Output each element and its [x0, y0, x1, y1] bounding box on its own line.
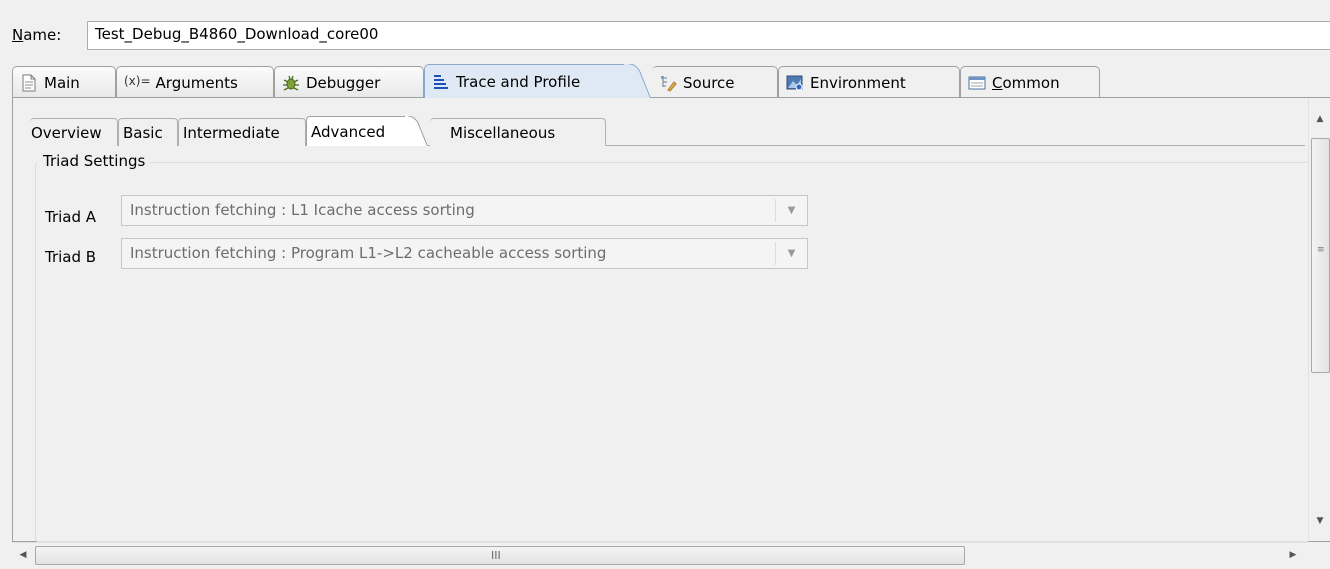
horizontal-scrollbar[interactable]: ◀ III ▶	[12, 542, 1308, 566]
tab-source[interactable]: Source	[652, 66, 778, 98]
chevron-down-icon[interactable]: ▼	[775, 199, 807, 222]
subtab-overview-label: Overview	[31, 123, 102, 142]
chevron-down-icon[interactable]: ▼	[775, 242, 807, 265]
tab-source-label: Source	[683, 73, 735, 92]
tab-trace-and-profile[interactable]: Trace and Profile	[424, 64, 629, 98]
subtab-overview[interactable]: Overview	[30, 118, 118, 146]
tab-common-mnemonic: C	[992, 73, 1003, 92]
subtab-basic-label: Basic	[123, 123, 163, 142]
horizontal-scroll-thumb[interactable]: III	[35, 546, 965, 565]
common-icon	[968, 74, 986, 92]
trace-subtab-strip: Overview Basic Intermediate Advanced Mis…	[30, 116, 730, 146]
subtab-advanced-label: Advanced	[311, 122, 386, 141]
tab-trace-and-profile-label: Trace and Profile	[456, 72, 581, 91]
subtab-miscellaneous[interactable]: Miscellaneous	[430, 118, 606, 146]
name-input[interactable]: Test_Debug_B4860_Download_core00	[87, 21, 1330, 50]
environment-icon	[786, 74, 804, 92]
tab-common-rest: ommon	[1002, 73, 1060, 92]
triad-a-select[interactable]: Instruction fetching : L1 Icache access …	[121, 195, 808, 226]
scroll-right-arrow-icon[interactable]: ▶	[1282, 543, 1304, 567]
active-tab-slant	[624, 64, 651, 98]
tab-main[interactable]: Main	[12, 66, 116, 98]
subtab-miscellaneous-label: Miscellaneous	[450, 123, 556, 142]
triad-a-value: Instruction fetching : L1 Icache access …	[130, 201, 475, 219]
bug-icon	[282, 74, 300, 92]
tab-environment[interactable]: Environment	[778, 66, 960, 98]
triad-b-value: Instruction fetching : Program L1->L2 ca…	[130, 244, 607, 262]
name-label: Name:	[12, 26, 61, 44]
launch-config-tab-strip: Main (x)= Arguments Debugger Trace and P…	[12, 64, 1330, 98]
name-label-mnemonic: N	[12, 26, 24, 44]
scroll-left-arrow-icon[interactable]: ◀	[12, 543, 34, 567]
variable-icon: (x)=	[124, 73, 151, 88]
scroll-up-arrow-icon[interactable]: ▲	[1309, 108, 1330, 130]
name-row: Name: Test_Debug_B4860_Download_core00	[0, 0, 1330, 56]
trace-icon	[432, 73, 450, 91]
tab-debugger-label: Debugger	[306, 73, 381, 92]
subtab-advanced[interactable]: Advanced	[306, 116, 410, 146]
document-icon	[20, 74, 38, 92]
subtab-intermediate[interactable]: Intermediate	[178, 118, 306, 146]
tab-main-label: Main	[44, 73, 80, 92]
tab-environment-label: Environment	[810, 73, 906, 92]
triad-settings-title: Triad Settings	[38, 152, 151, 170]
tab-arguments-label: Arguments	[155, 73, 238, 92]
horizontal-grip-icon: III	[491, 549, 501, 562]
vertical-grip-icon: ≡	[1317, 245, 1325, 255]
tab-common[interactable]: Common	[960, 66, 1100, 98]
subtab-slant	[405, 116, 428, 146]
name-label-text: ame:	[23, 26, 62, 44]
subtab-intermediate-label: Intermediate	[183, 123, 280, 142]
trace-profile-panel: Overview Basic Intermediate Advanced Mis…	[12, 97, 1330, 542]
scroll-down-arrow-icon[interactable]: ▼	[1309, 510, 1330, 532]
vertical-scrollbar[interactable]: ▲ ≡ ▼	[1308, 98, 1330, 541]
tab-debugger[interactable]: Debugger	[274, 66, 424, 98]
tab-arguments[interactable]: (x)= Arguments	[116, 66, 274, 98]
subtab-basic[interactable]: Basic	[118, 118, 178, 146]
triad-a-label: Triad A	[45, 208, 97, 226]
tab-common-label: Common	[992, 74, 1060, 92]
source-icon	[659, 74, 677, 92]
triad-b-select[interactable]: Instruction fetching : Program L1->L2 ca…	[121, 238, 808, 269]
triad-b-label: Triad B	[45, 248, 97, 266]
vertical-scroll-thumb[interactable]: ≡	[1311, 138, 1330, 373]
